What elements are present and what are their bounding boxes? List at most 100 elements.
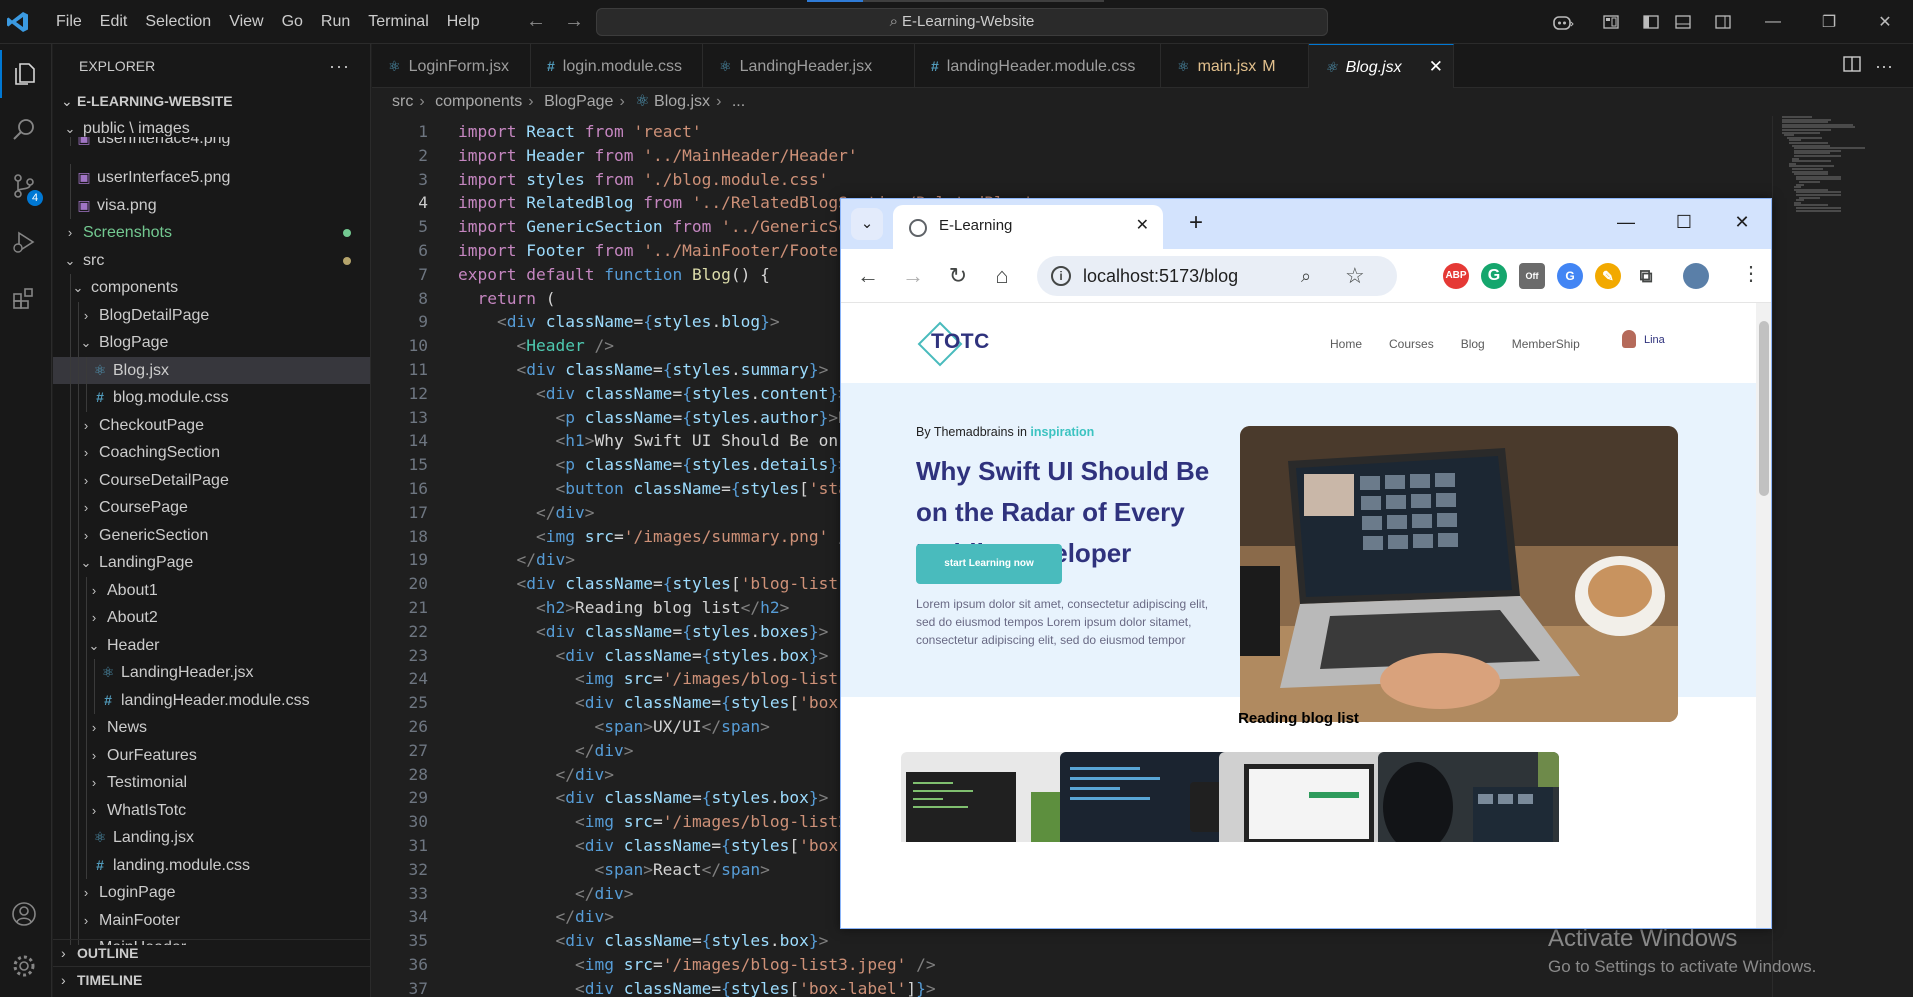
- back-arrow-icon[interactable]: ←: [526, 10, 546, 33]
- nav-membership[interactable]: MemberShip: [1512, 337, 1580, 351]
- tree-folder[interactable]: › CoachingSection: [53, 439, 370, 467]
- extensions-icon[interactable]: [0, 274, 48, 322]
- menu-selection[interactable]: Selection: [136, 0, 220, 44]
- tree-folder[interactable]: › About2: [53, 604, 370, 632]
- nav-courses[interactable]: Courses: [1389, 337, 1434, 351]
- breadcrumb-blogpage[interactable]: BlogPage: [544, 93, 613, 110]
- adblock-extension-icon[interactable]: ABP: [1443, 263, 1469, 289]
- blog-card-image-4[interactable]: [1378, 752, 1559, 842]
- tree-folder[interactable]: ⌄ src: [53, 247, 370, 275]
- page-scrollbar-thumb[interactable]: [1759, 321, 1769, 496]
- new-tab-icon[interactable]: +: [1189, 209, 1203, 237]
- user-name[interactable]: Lina: [1644, 334, 1665, 346]
- more-actions-icon[interactable]: ···: [1875, 56, 1893, 77]
- avatar[interactable]: [1622, 330, 1636, 348]
- tree-folder[interactable]: › WhatIsTotc: [53, 796, 370, 824]
- close-tab-icon[interactable]: ✕: [1429, 45, 1443, 89]
- workspace-root[interactable]: ⌄ E-LEARNING-WEBSITE: [53, 88, 370, 114]
- grammarly-extension-icon[interactable]: G: [1481, 263, 1507, 289]
- outline-section[interactable]: › OUTLINE: [53, 939, 370, 966]
- extensions-puzzle-icon[interactable]: ⧉: [1633, 263, 1659, 289]
- tab-search-chevron-icon[interactable]: ⌄: [851, 208, 883, 240]
- tree-folder[interactable]: › LoginPage: [53, 879, 370, 907]
- tree-file[interactable]: ⚛ LandingHeader.jsx: [53, 659, 370, 687]
- menu-help[interactable]: Help: [438, 0, 489, 44]
- tab-main[interactable]: ⚛ main.jsx M: [1161, 44, 1309, 88]
- blog-card-image-1[interactable]: [901, 752, 1082, 842]
- bookmark-star-icon[interactable]: ☆: [1345, 256, 1365, 296]
- close-window-icon[interactable]: ✕: [1713, 199, 1771, 245]
- browser-tab-elearning[interactable]: E-Learning ✕: [893, 205, 1163, 249]
- tree-folder[interactable]: › CourseDetailPage: [53, 466, 370, 494]
- nav-blog[interactable]: Blog: [1461, 337, 1485, 351]
- tree-file[interactable]: # landingHeader.module.css: [53, 686, 370, 714]
- tree-folder[interactable]: ⌄ Header: [53, 631, 370, 659]
- tree-file[interactable]: ▣ userInterface4.png: [53, 136, 370, 146]
- menu-file[interactable]: File: [47, 0, 91, 44]
- tree-folder[interactable]: › CoursePage: [53, 494, 370, 522]
- menu-terminal[interactable]: Terminal: [359, 0, 437, 44]
- minimize-icon[interactable]: —: [1597, 199, 1655, 245]
- search-icon[interactable]: [0, 106, 48, 154]
- tree-folder[interactable]: › OurFeatures: [53, 741, 370, 769]
- page-scrollbar[interactable]: [1756, 303, 1771, 928]
- split-editor-icon[interactable]: [1843, 55, 1861, 77]
- manage-gear-icon[interactable]: [0, 942, 48, 990]
- copilot-icon[interactable]: [1541, 0, 1585, 44]
- menu-run[interactable]: Run: [312, 0, 359, 44]
- tree-folder[interactable]: › GenericSection: [53, 521, 370, 549]
- tab-loginform[interactable]: ⚛ LoginForm.jsx: [372, 44, 531, 88]
- explorer-icon[interactable]: [0, 50, 48, 98]
- maximize-icon[interactable]: ☐: [1655, 199, 1713, 245]
- byline-tag[interactable]: inspiration: [1030, 425, 1094, 439]
- toggle-primary-sidebar-icon[interactable]: [1637, 0, 1665, 44]
- tree-folder[interactable]: ⌄ components: [53, 274, 370, 302]
- restore-icon[interactable]: ❐: [1801, 0, 1857, 44]
- site-logo-text[interactable]: TOTC: [931, 330, 990, 354]
- toggle-secondary-sidebar-icon[interactable]: [1701, 0, 1745, 44]
- tree-file[interactable]: ⚛ Blog.jsx: [53, 356, 370, 384]
- more-actions-icon[interactable]: ···: [329, 44, 350, 88]
- breadcrumb-components[interactable]: components: [435, 93, 522, 110]
- run-debug-icon[interactable]: [0, 218, 48, 266]
- back-arrow-icon[interactable]: ←: [853, 261, 883, 291]
- tree-file[interactable]: # blog.module.css: [53, 384, 370, 412]
- tree-folder[interactable]: ⌄ LandingPage: [53, 549, 370, 577]
- tree-file[interactable]: ⚛ Landing.jsx: [53, 824, 370, 852]
- blog-card-image-2[interactable]: [1060, 752, 1241, 842]
- tree-file[interactable]: ▣ visa.png: [53, 191, 370, 219]
- address-bar[interactable]: i localhost:5173/blog ⌕ ☆: [1037, 256, 1397, 296]
- timeline-section[interactable]: › TIMELINE: [53, 966, 370, 993]
- profile-avatar[interactable]: [1683, 263, 1709, 289]
- reload-icon[interactable]: ↻: [943, 261, 973, 291]
- menu-go[interactable]: Go: [273, 0, 312, 44]
- tree-folder[interactable]: › News: [53, 714, 370, 742]
- menu-view[interactable]: View: [220, 0, 272, 44]
- close-tab-icon[interactable]: ✕: [1136, 205, 1149, 247]
- tree-file[interactable]: # landing.module.css: [53, 851, 370, 879]
- customize-layout-icon[interactable]: [1585, 0, 1637, 44]
- color-picker-extension-icon[interactable]: ✎: [1595, 263, 1621, 289]
- tab-landingheader-css[interactable]: # landingHeader.module.css: [915, 44, 1161, 88]
- tree-folder[interactable]: › About1: [53, 576, 370, 604]
- translate-extension-icon[interactable]: G: [1557, 263, 1583, 289]
- browser-menu-icon[interactable]: ⋮: [1741, 261, 1761, 286]
- tab-blog[interactable]: ⚛ Blog.jsx ✕: [1309, 44, 1454, 88]
- tree-folder[interactable]: ⌄ BlogPage: [53, 329, 370, 357]
- accounts-icon[interactable]: [0, 890, 48, 938]
- tree-folder[interactable]: › MainFooter: [53, 906, 370, 934]
- command-center-search[interactable]: ⌕ E-Learning-Website: [596, 8, 1328, 36]
- forward-arrow-icon[interactable]: →: [898, 261, 928, 291]
- zoom-icon[interactable]: ⌕: [1301, 256, 1311, 296]
- tab-login-module-css[interactable]: # login.module.css: [531, 44, 703, 88]
- nav-home[interactable]: Home: [1330, 337, 1362, 351]
- close-window-icon[interactable]: ✕: [1857, 0, 1913, 44]
- menu-edit[interactable]: Edit: [91, 0, 137, 44]
- home-icon[interactable]: ⌂: [987, 261, 1017, 291]
- tree-folder[interactable]: › CheckoutPage: [53, 411, 370, 439]
- off-extension-icon[interactable]: Off: [1519, 263, 1545, 289]
- minimize-icon[interactable]: —: [1745, 0, 1801, 44]
- breadcrumb-src[interactable]: src: [392, 93, 413, 110]
- tab-landingheader[interactable]: ⚛ LandingHeader.jsx: [703, 44, 915, 88]
- forward-arrow-icon[interactable]: →: [564, 10, 584, 33]
